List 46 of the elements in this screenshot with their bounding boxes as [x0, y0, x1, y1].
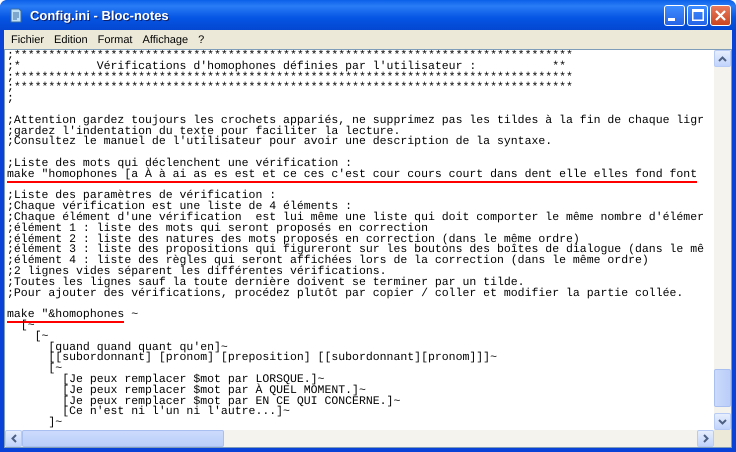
notepad-icon: [8, 7, 24, 23]
text-line: ;* Vérifications d'homophones définies par l'utilisateur : **: [7, 62, 566, 73]
text-line: ;: [7, 94, 15, 105]
text-line: [~: [34, 332, 50, 343]
maximize-icon: [692, 9, 704, 21]
menu-item[interactable]: ?: [193, 30, 210, 49]
close-icon: [715, 10, 726, 20]
scrollbar-thumb[interactable]: [22, 430, 224, 447]
size-grip[interactable]: [714, 430, 731, 447]
text-line: ;élément 4 : liste des règles qui seront affichées lors de la correction (dans le même ordre): [7, 256, 649, 267]
text-line: ]~: [47, 418, 64, 429]
maximize-button[interactable]: [687, 4, 708, 26]
close-button[interactable]: [710, 4, 731, 26]
scroll-up-button[interactable]: [714, 50, 731, 67]
scroll-right-button[interactable]: [697, 430, 714, 447]
scroll-down-button[interactable]: [714, 413, 731, 430]
window-title: Config.ini - Bloc-notes: [30, 8, 170, 22]
text-line: ;Chaque élément d'une vérification est lui même une liste qui doit comporter le même nombre d'élémer: [7, 212, 706, 224]
text-line: ;*********************************************************************************: [7, 51, 574, 62]
text-line: [quand quand quant qu'en]~: [48, 342, 228, 354]
text-line: [Ce n'est ni l'un ni l'autre...]~: [62, 407, 291, 418]
vertical-scrollbar[interactable]: [714, 50, 731, 430]
menu-item[interactable]: Format: [92, 30, 138, 49]
text-line: ;élément 1 : liste des mots qui seront proposés en correction: [7, 224, 428, 235]
text-line: [~: [20, 320, 36, 332]
minimize-icon: [668, 18, 675, 21]
minimize-button[interactable]: [664, 4, 685, 26]
text-line: ;Toutes les lignes sauf la toute dernière doivent se terminer par un tilde.: [7, 278, 525, 289]
text-line: make "&homophones ~: [7, 310, 140, 321]
scrollbar-thumb[interactable]: [714, 369, 731, 407]
text-line: ;Consultez le manuel de l'utilisateur pour avoir une description de la syntaxe.: [7, 137, 554, 148]
menu-item[interactable]: Fichier: [6, 30, 50, 49]
text-line: make "homophones [a À à ai as es est et ce ces c'est cour cours court dans dent elle elles fond font: [7, 170, 698, 181]
text-line: [Je peux remplacer $mot par À QUEL MOMENT.]~: [61, 386, 366, 396]
menu-item[interactable]: Affichage: [138, 30, 194, 49]
menu-item[interactable]: Edition: [49, 30, 93, 49]
text-line: ;Pour ajouter des vérifications, procédez plutôt par copier / coller et modifier la partie collée.: [7, 288, 684, 300]
text-line: [~: [47, 364, 62, 375]
scroll-left-button[interactable]: [5, 430, 22, 447]
text-line: ;2 lignes vides séparent les différentes vérifications.: [7, 266, 387, 278]
text-line: [Je peux remplacer $mot par LORSQUE.]~: [62, 374, 324, 386]
text-line: ;Chaque vérification est une liste de 4 éléments :: [7, 202, 354, 213]
horizontal-scrollbar[interactable]: [5, 430, 714, 447]
text-line: ;*********************************************************************************: [7, 72, 574, 84]
text-line: ;Attention gardez toujours les crochets appariés, ne supprimez pas les tildes à la fin de chaque ligr: [7, 116, 706, 127]
text-line: ;*********************************************************************************: [7, 83, 574, 94]
